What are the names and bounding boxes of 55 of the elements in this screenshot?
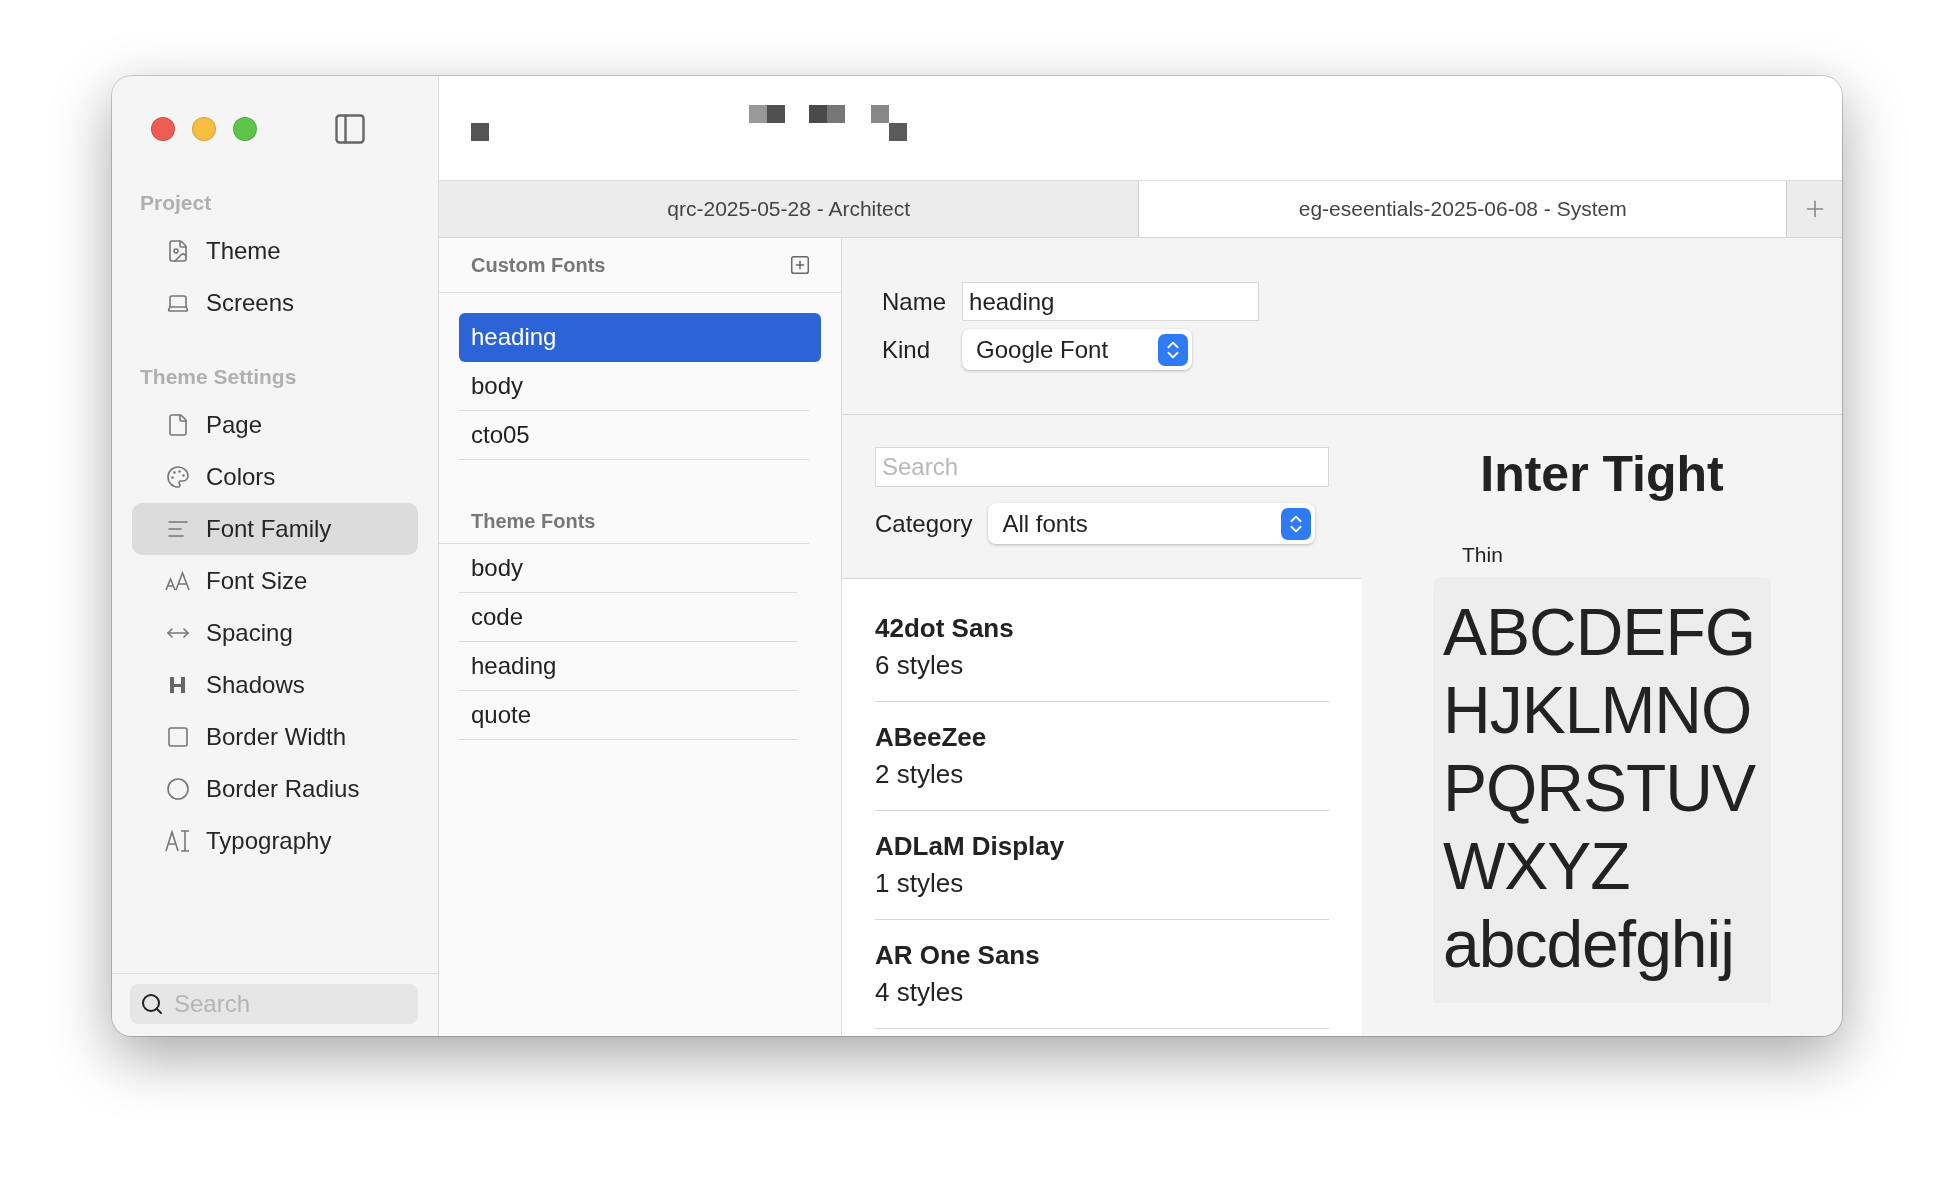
sidebar-item[interactable]: Font Size (132, 555, 418, 607)
style-count: 6 styles (875, 650, 965, 681)
sidebar-item[interactable]: Colors (132, 451, 418, 503)
section-header: Theme Settings (139, 364, 298, 390)
font-title: Inter Tight (1480, 445, 1724, 503)
sample-text: PQRSTUV (1443, 750, 1756, 827)
sample-text: ABCDEFG (1443, 594, 1756, 671)
tab[interactable]: qrc-2025-05-28 - Architect (439, 181, 1140, 237)
field-label: Kind (882, 335, 932, 364)
font-list-item[interactable]: cto05 (459, 411, 809, 460)
sidebar-item[interactable]: Font Family (132, 503, 418, 555)
sample-text: HJKLMNO (1443, 672, 1752, 749)
name-field[interactable]: heading (962, 282, 1260, 321)
circle-icon (164, 777, 192, 801)
font-list-item[interactable]: quote (459, 691, 797, 740)
style-count: 4 styles (875, 977, 965, 1008)
sample-text: WXYZ (1443, 828, 1630, 905)
font-list-item[interactable]: body (459, 544, 797, 593)
close-button[interactable] (151, 116, 175, 141)
font-list-item[interactable]: body (459, 362, 809, 411)
font-name[interactable]: 42dot Sans (875, 613, 1329, 644)
sidebar-item[interactable]: Page (132, 399, 418, 451)
font-list-item[interactable]: heading (459, 313, 821, 362)
sidebar-item[interactable]: Shadows (132, 659, 418, 711)
category-select[interactable]: All fonts (988, 503, 1316, 544)
add-icon[interactable] (789, 254, 811, 276)
search-icon (140, 992, 164, 1016)
zoom-button[interactable] (233, 116, 257, 141)
sidebar-item[interactable]: Theme (132, 225, 418, 277)
sidebar-item[interactable]: Screens (132, 277, 418, 329)
weight-label: Thin (1462, 543, 1503, 567)
font-list-item[interactable]: code (459, 593, 797, 642)
font-size-icon (164, 571, 192, 591)
sidebar-item[interactable]: Border Radius (132, 763, 418, 815)
font-name[interactable]: ADLaM Display (875, 831, 1329, 862)
sidebar-item[interactable]: Typography (132, 815, 418, 867)
minimize-button[interactable] (192, 116, 216, 141)
sample-text: abcdefghij (1443, 906, 1734, 983)
sidebar-item[interactable]: Border Width (132, 711, 418, 763)
style-count: 1 styles (875, 868, 965, 899)
font-name[interactable]: ABeeZee (875, 722, 1329, 753)
sidebar-item[interactable]: Spacing (132, 607, 418, 659)
search-field[interactable]: Search (875, 447, 1329, 487)
section-header: Theme Fonts (439, 460, 809, 544)
tab[interactable]: eg-eseentials-2025-06-08 - System (1139, 181, 1787, 237)
section-header: Custom Fonts (471, 253, 606, 277)
section-header: Project (139, 190, 213, 216)
field-label: Name (882, 287, 947, 316)
text-cursor-icon (164, 829, 192, 853)
font-name[interactable]: AR One Sans (875, 940, 1329, 971)
field-label: Category (875, 509, 973, 538)
style-count: 2 styles (875, 759, 965, 790)
palette-icon (164, 465, 192, 489)
font-list-item[interactable]: heading (459, 642, 797, 691)
kind-select[interactable]: Google Font (962, 329, 1193, 370)
